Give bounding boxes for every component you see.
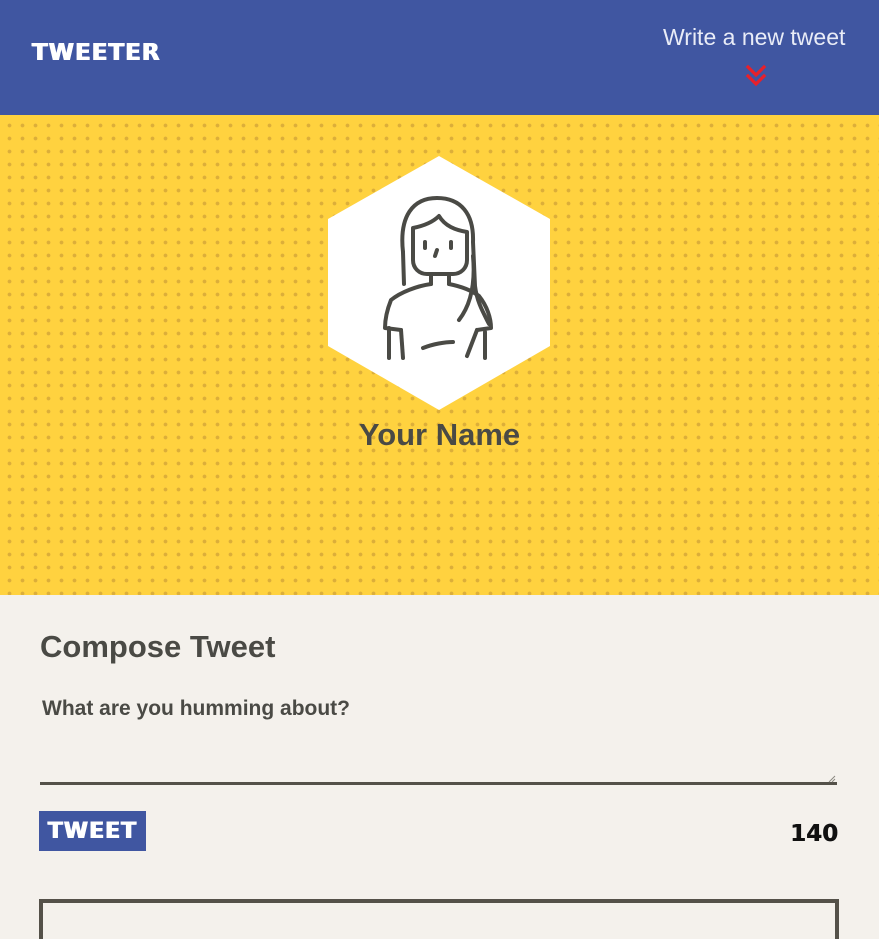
double-chevron-down-icon[interactable]	[745, 64, 767, 88]
user-name: Your Name	[358, 417, 521, 452]
navbar: TWEETER Write a new tweet	[0, 0, 879, 115]
profile-header: Your Name	[0, 115, 879, 595]
write-new-tweet-label[interactable]: Write a new tweet	[663, 24, 845, 51]
app-logo[interactable]: TWEETER	[32, 40, 161, 66]
tweet-textarea[interactable]	[40, 693, 837, 785]
compose-title: Compose Tweet	[40, 629, 276, 664]
user-avatar-icon	[328, 156, 550, 410]
tweet-submit-button[interactable]: TWEET	[39, 811, 146, 851]
compose-section: Compose Tweet TWEET 140	[0, 595, 879, 939]
write-new-tweet-toggle[interactable]: Write a new tweet	[663, 24, 845, 92]
tweet-list-container	[39, 899, 839, 939]
resize-grip-icon[interactable]	[828, 775, 836, 783]
character-counter: 140	[789, 821, 838, 847]
